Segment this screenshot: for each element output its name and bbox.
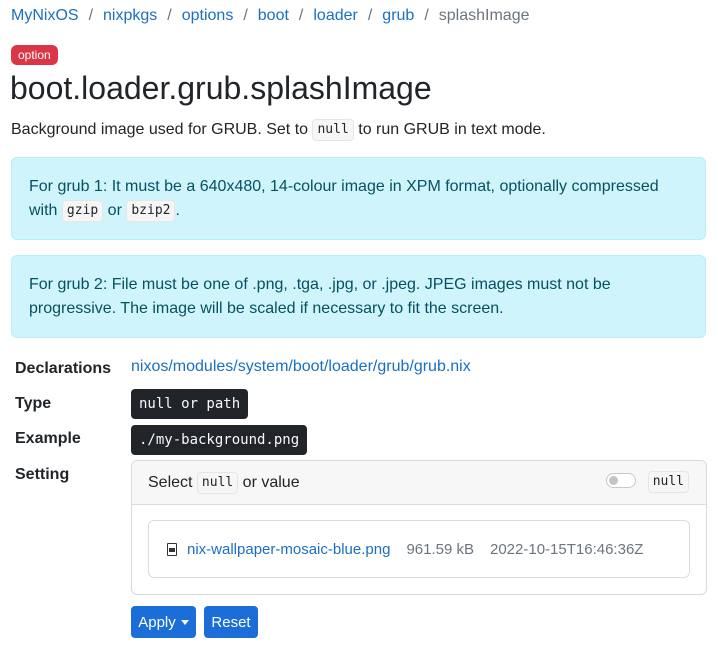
breadcrumb-separator: / [367, 7, 373, 24]
null-tag: null [647, 471, 689, 493]
file-size: 961.59 kB [406, 540, 474, 558]
type-label: Type [15, 395, 52, 412]
select-text-after: or value [238, 473, 300, 491]
breadcrumb-separator: / [424, 7, 429, 24]
apply-button-label: Apply [138, 613, 176, 631]
breadcrumb-current: splashImage [438, 7, 530, 24]
alert-grub1-mid: or [103, 202, 127, 219]
description-text-after: to run GRUB in text mode. [353, 121, 546, 138]
example-label: Example [15, 430, 81, 447]
file-entry: nix-wallpaper-mosaic-blue.png 961.59 kB … [148, 520, 690, 578]
breadcrumb-loader[interactable]: loader [313, 7, 357, 25]
breadcrumb-separator: / [298, 7, 304, 24]
setting-header: Select null or value null [132, 461, 706, 505]
option-description: Background image used for GRUB. Set to n… [11, 118, 546, 142]
apply-button[interactable]: Apply [131, 606, 196, 638]
file-date: 2022-10-15T16:46:36Z [490, 540, 644, 558]
page-title: boot.loader.grub.splashImage [10, 70, 432, 106]
breadcrumb-separator: / [88, 7, 94, 24]
null-toggle-switch[interactable] [606, 473, 636, 488]
breadcrumb-nixpkgs[interactable]: nixpkgs [103, 7, 157, 25]
select-code-null: null [196, 471, 239, 494]
setting-card: Select null or value null nix-wallpaper-… [131, 460, 707, 595]
example-value: ./my-background.png [131, 425, 308, 455]
alert-grub1-end: . [175, 202, 180, 219]
breadcrumb-grub[interactable]: grub [382, 7, 414, 25]
info-alert-grub1: For grub 1: It must be a 640x480, 14-col… [11, 157, 706, 240]
breadcrumb: MyNixOS / nixpkgs / options / boot / loa… [11, 5, 530, 27]
info-alert-grub2: For grub 2: File must be one of .png, .t… [11, 255, 706, 338]
breadcrumb-mynixos[interactable]: MyNixOS [11, 7, 79, 25]
breadcrumb-separator: / [167, 7, 172, 24]
alert-grub2-text: For grub 2: File must be one of .png, .t… [29, 276, 611, 317]
breadcrumb-options[interactable]: options [182, 7, 234, 25]
description-text-before: Background image used for GRUB. Set to [11, 121, 313, 138]
file-name-link[interactable]: nix-wallpaper-mosaic-blue.png [187, 541, 390, 558]
breadcrumb-separator: / [243, 7, 248, 24]
caret-down-icon [180, 619, 189, 625]
alert-code-gzip: gzip [61, 200, 104, 222]
type-value: null or path [131, 389, 249, 419]
reset-button[interactable]: Reset [204, 606, 258, 638]
option-badge: option [11, 45, 58, 65]
setting-label: Setting [15, 466, 70, 483]
description-code-null: null [312, 119, 354, 141]
toggle-knob [609, 476, 618, 485]
select-null-or-value: Select null or value [148, 471, 300, 494]
declarations-label: Declarations [15, 360, 112, 377]
file-image-icon [167, 542, 177, 556]
select-text-before: Select [148, 473, 197, 491]
alert-code-bzip2: bzip2 [126, 200, 176, 222]
breadcrumb-boot[interactable]: boot [258, 7, 289, 25]
declarations-link[interactable]: nixos/modules/system/boot/loader/grub/gr… [131, 358, 471, 376]
